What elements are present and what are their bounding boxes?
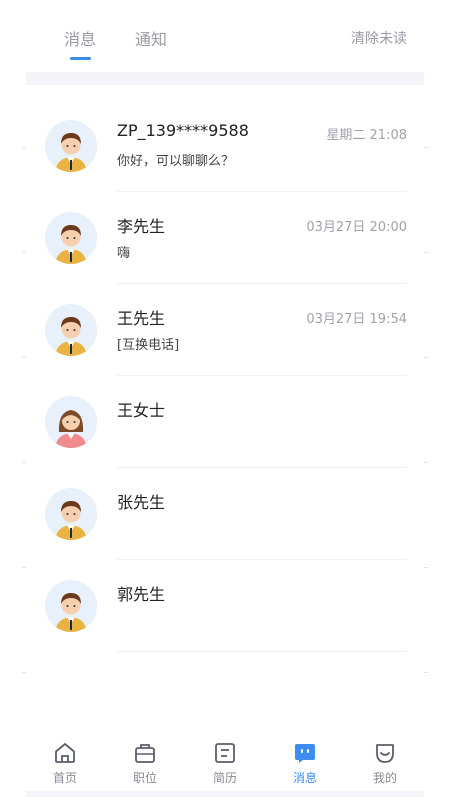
top-bar: 消息 通知 清除未读 (0, 0, 450, 70)
header-divider (26, 72, 424, 85)
message-time: 03月27日 19:54 (306, 312, 407, 327)
message-time: 03月27日 20:00 (306, 220, 407, 235)
clear-unread-button[interactable]: 清除未读 (351, 28, 407, 48)
nav-home[interactable]: 首页 (35, 741, 95, 786)
conversation-list: ZP_139****9588 星期二 21:08 你好，可以聊聊么？ 李先生 0… (0, 100, 450, 652)
nav-messages[interactable]: 消息 (275, 741, 335, 786)
contact-name: 郭先生 (117, 585, 166, 604)
conversation-item[interactable]: 郭先生 (0, 560, 450, 652)
male-avatar-icon (45, 580, 97, 632)
home-icon (55, 743, 75, 763)
bottom-navigation: 首页 职位 简历 消息 我的 (0, 735, 450, 800)
nav-label: 消息 (292, 771, 317, 785)
contact-name: ZP_139****9588 (117, 121, 249, 140)
conversation-item[interactable]: 王女士 (0, 376, 450, 468)
contact-name: 李先生 (117, 217, 166, 236)
conversation-item[interactable]: 李先生 03月27日 20:00 嗨 (0, 192, 450, 284)
nav-profile[interactable]: 我的 (355, 741, 415, 786)
male-avatar-icon (45, 304, 97, 356)
nav-jobs[interactable]: 职位 (115, 741, 175, 786)
male-avatar-icon (45, 488, 97, 540)
tab-notifications[interactable]: 通知 (135, 26, 167, 50)
male-avatar-icon (45, 120, 97, 172)
edge-tick (424, 672, 428, 673)
message-preview: 嗨 (117, 246, 131, 261)
male-avatar-icon (45, 212, 97, 264)
conversation-item[interactable]: 王先生 03月27日 19:54 [互换电话] (0, 284, 450, 376)
message-preview: [互换电话] (117, 338, 180, 353)
active-tab-indicator (70, 57, 91, 60)
nav-label: 职位 (132, 771, 157, 785)
resume-icon (215, 743, 235, 763)
nav-label: 我的 (372, 771, 397, 785)
profile-icon (376, 744, 394, 763)
message-time: 星期二 21:08 (326, 128, 407, 143)
message-icon (295, 744, 315, 763)
conversation-item[interactable]: 张先生 (0, 468, 450, 560)
briefcase-icon (135, 744, 155, 763)
conversation-item[interactable]: ZP_139****9588 星期二 21:08 你好，可以聊聊么？ (0, 100, 450, 192)
contact-name: 王先生 (117, 309, 166, 328)
female-avatar-icon (45, 396, 97, 448)
nav-label: 首页 (52, 771, 77, 785)
contact-name: 王女士 (117, 401, 166, 420)
home-indicator (26, 791, 424, 797)
nav-label: 简历 (212, 771, 237, 785)
message-preview: 你好，可以聊聊么？ (117, 154, 235, 169)
nav-resume[interactable]: 简历 (195, 741, 255, 786)
tab-messages[interactable]: 消息 (64, 26, 96, 50)
contact-name: 张先生 (117, 493, 166, 512)
row-divider (117, 651, 407, 652)
edge-tick (22, 672, 26, 673)
